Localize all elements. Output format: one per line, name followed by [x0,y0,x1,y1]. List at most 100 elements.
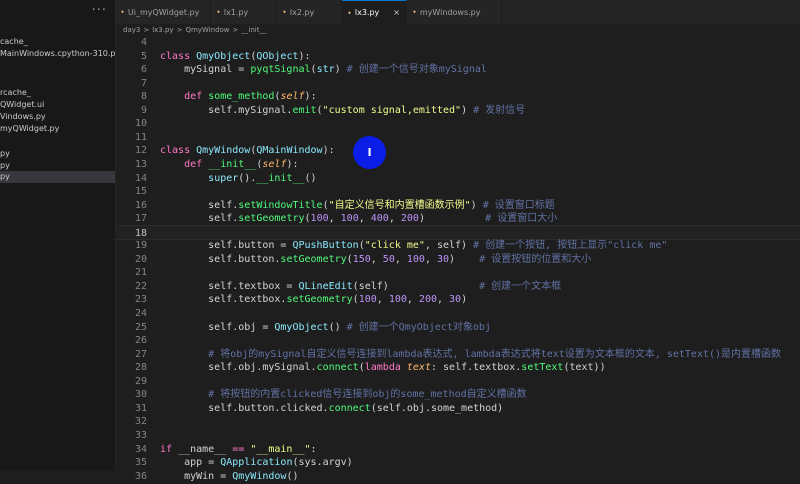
code-token: self [280,91,305,103]
code-token: , [424,253,437,265]
code-token: ): [286,158,299,170]
tab-1[interactable]: ⬩ lx1.py [211,0,277,24]
code-token: self.button. [160,253,281,265]
tab-label: lx1.py [223,7,249,17]
code-token: class [160,50,197,62]
code-token: : [310,443,317,455]
code-token: "click me" [364,240,425,252]
code-token: (self) [352,280,480,292]
code-token: app = [160,457,221,469]
code-token: # 将按钮的内置clicked信号连接到obj的some_method自定义槽函… [208,389,527,401]
explorer-item[interactable]: cache_ [0,36,115,48]
breadcrumb-separator: > [143,26,150,34]
code-token: setGeometry [286,294,353,306]
code-token: self.mySignal. [160,104,293,116]
code-token: if [160,443,179,455]
explorer-sidebar: ··· cache_ MainWindows.cpython-310.pyc rca… [0,0,116,470]
tab-label: Ui_myQWidget.py [127,7,200,17]
code-token: 200 [400,213,419,225]
code-token: () [328,321,347,333]
explorer-item[interactable]: py [0,148,115,160]
code-token: self. [160,199,239,211]
code-token: str [316,64,335,76]
explorer-item[interactable]: myQWidget.py [0,123,115,135]
code-token: QMainWindow [256,145,323,157]
code-token: # 创建一个按钮, 按钮上显示"click me" [473,240,668,252]
breadcrumb-segment[interactable]: QmyWindow [185,26,229,34]
breadcrumb-segment[interactable]: lx3.py [152,26,173,34]
tab-3[interactable]: ⬩ lx3.py × [342,0,407,24]
code-token: () [304,172,317,184]
code-token: self.obj = [160,321,275,333]
explorer-item[interactable]: MainWindows.cpython-310.pyc [0,48,115,60]
explorer-item[interactable]: rcache_ [0,87,115,99]
code-token: self.obj.mySignal. [160,362,317,374]
code-token: : self.textbox. [430,362,522,374]
code-token: () [286,470,299,482]
code-token: , [436,294,450,306]
code-token: QmyObject [196,50,251,62]
code-token: # 将obj的mySignal自定义信号连接到lambda表达式, lambda… [208,348,782,360]
code-token: # 设置窗口标题 [482,199,555,211]
code-token: setText [521,362,564,374]
code-token: __init__ [208,158,257,170]
explorer-item[interactable]: QWidget.ui [0,99,115,111]
sidebar-header: ··· [0,0,115,24]
breadcrumb-segment[interactable]: __init__ [241,26,266,34]
code-token: == [232,443,251,455]
code-token: self.button.clicked. [160,402,329,414]
code-token: # 设置按钮的位置和大小 [479,253,592,265]
code-editor[interactable]: 4 5 class QmyObject(QObject): 6 mySignal = … [115,35,800,482]
code-token: ): [322,145,335,157]
code-token: myWin = [160,470,233,482]
tab-0[interactable]: ⬩ Ui_myQWidget.py [115,0,211,24]
code-token: setGeometry [238,213,305,225]
python-file-icon: ⬩ [283,7,286,16]
code-token: __init__ [256,172,305,184]
code-token: "__main__" [250,443,311,455]
more-actions-icon[interactable]: ··· [92,3,107,18]
code-token: class [160,145,197,157]
code-line[interactable]: 36 myWin = QmyWindow() [115,469,800,484]
python-file-icon: ⬩ [217,7,220,16]
code-token: QmyWindow [232,470,287,482]
code-token: QObject [256,50,299,62]
code-token: , [406,294,419,306]
tab-label: myWindows.py [419,7,481,17]
close-icon[interactable]: × [393,8,400,17]
code-token: QLineEdit [298,280,353,292]
code-token: , [358,213,371,225]
tab-4[interactable]: ⬩ myWindows.py [407,0,502,24]
explorer-item[interactable]: Vindows.py [0,111,115,123]
code-token: 200 [418,294,437,306]
code-token: def [184,91,209,103]
code-token: 50 [382,253,395,265]
code-token: ) [461,294,468,306]
breadcrumb-segment[interactable]: day3 [123,26,140,34]
tab-2[interactable]: ⬩ lx2.py [277,0,342,24]
code-token: , [370,253,383,265]
code-token: def [184,158,209,170]
explorer-item[interactable]: py [0,171,115,183]
code-token: , self) [424,240,474,252]
code-token: , [394,253,407,265]
python-file-icon: ⬩ [121,7,124,16]
tab-label: lx3.py [354,8,380,17]
tab-label: lx2.py [289,7,315,17]
code-token: QPushButton [292,240,359,252]
code-token: text [406,362,431,374]
breadcrumb-separator: > [176,26,183,34]
code-token: 100 [388,294,407,306]
code-token: 400 [370,213,389,225]
code-token: ) [418,213,486,225]
code-token: self.textbox = [160,280,299,292]
code-token: mySignal = [160,64,251,76]
code-token: "custom signal,emitted" [322,104,462,116]
python-file-icon: ⬩ [413,7,416,16]
mouse-cursor-indicator: I [353,136,386,169]
